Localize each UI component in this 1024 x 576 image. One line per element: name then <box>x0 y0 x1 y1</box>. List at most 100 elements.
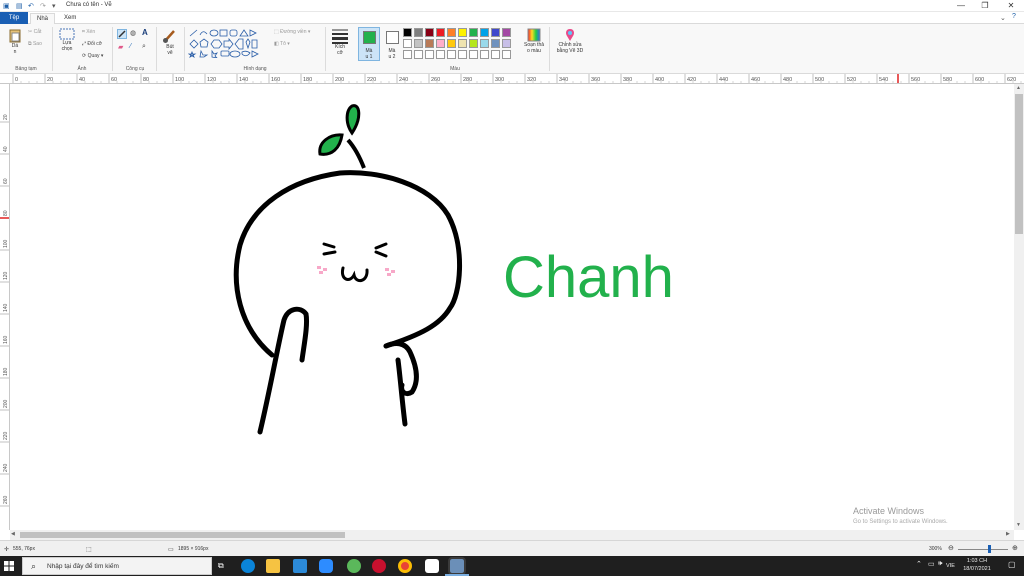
app-notification-icon[interactable] <box>425 559 439 573</box>
palette-swatch[interactable] <box>502 39 511 48</box>
palette-swatch[interactable] <box>480 28 489 37</box>
language-indicator[interactable]: VIE <box>946 563 955 569</box>
horizontal-scrollbar[interactable]: ◀ ▶ <box>10 530 1014 540</box>
palette-swatch[interactable] <box>414 39 423 48</box>
palette-swatch[interactable] <box>447 39 456 48</box>
palette-swatch[interactable] <box>403 28 412 37</box>
size-button[interactable]: Kích cỡ <box>329 28 351 56</box>
palette-swatch[interactable] <box>502 28 511 37</box>
brushes-button[interactable]: Bút vẽ <box>160 28 180 56</box>
opera-icon[interactable] <box>372 559 386 573</box>
horizontal-scroll-thumb[interactable] <box>20 532 345 538</box>
zoom-out-button[interactable]: ⊖ <box>948 544 954 552</box>
green-app-icon[interactable] <box>347 559 361 573</box>
volume-icon[interactable]: 🕪 <box>938 560 942 568</box>
palette-swatch[interactable] <box>469 39 478 48</box>
eraser-tool-icon[interactable]: ▰ <box>118 43 123 51</box>
save-icon[interactable]: ▤ <box>16 2 23 10</box>
palette-swatch[interactable] <box>403 39 412 48</box>
paint-app-icon: ▣ <box>3 3 10 10</box>
custom-color-slot[interactable] <box>436 50 445 59</box>
custom-color-slot[interactable] <box>480 50 489 59</box>
tab-view[interactable]: Xem <box>58 13 82 24</box>
custom-color-slot[interactable] <box>502 50 511 59</box>
edit-with-paint3d-button[interactable]: Chỉnh sửa bằng Vẽ 3D <box>553 28 587 54</box>
pencil-tool[interactable] <box>117 29 127 39</box>
mail-icon[interactable] <box>293 559 307 573</box>
chrome-icon[interactable] <box>398 559 412 573</box>
vertical-scrollbar[interactable]: ▲ ▼ <box>1014 84 1024 530</box>
ribbon-collapse-icon[interactable]: ⌄ <box>1000 14 1006 22</box>
fill-tool-icon[interactable]: ◍ <box>130 29 136 37</box>
redo-icon[interactable]: ↷ <box>40 2 46 10</box>
color-picker-icon[interactable]: ⁄ <box>130 43 131 50</box>
minimize-button[interactable]: — <box>950 0 972 12</box>
zoom-slider-track[interactable] <box>958 549 1008 550</box>
color1-button[interactable]: Mà u 1 <box>358 27 380 61</box>
palette-swatch[interactable] <box>480 39 489 48</box>
paint-taskbar-icon[interactable] <box>448 557 466 575</box>
notification-center-icon[interactable]: ▢ <box>1008 560 1016 569</box>
file-explorer-icon[interactable] <box>266 559 280 573</box>
vertical-scroll-thumb[interactable] <box>1015 94 1023 234</box>
cut-button[interactable]: ✂ Cắt <box>28 29 41 35</box>
palette-swatch[interactable] <box>425 39 434 48</box>
shapes-gallery[interactable] <box>188 28 270 58</box>
close-button[interactable]: ✕ <box>1000 0 1022 12</box>
custom-color-slot[interactable] <box>403 50 412 59</box>
task-view-icon[interactable]: ⧉ <box>218 561 224 571</box>
tray-expand-icon[interactable]: ⌃ <box>916 560 922 568</box>
palette-swatch[interactable] <box>458 39 467 48</box>
palette-swatch[interactable] <box>469 28 478 37</box>
clock-date[interactable]: 18/07/2021 <box>961 566 993 572</box>
custom-color-slot[interactable] <box>447 50 456 59</box>
color-wheel-icon <box>527 28 541 42</box>
cursor-position: 555, 76px <box>13 546 35 552</box>
text-tool-icon[interactable]: A <box>142 28 148 37</box>
palette-swatch[interactable] <box>491 39 500 48</box>
edit-colors-button[interactable]: Soạn thả o màu <box>521 28 547 54</box>
zoom-in-button[interactable]: ⊕ <box>1012 544 1018 552</box>
custom-color-slot[interactable] <box>491 50 500 59</box>
tab-home[interactable]: Nhà <box>30 13 56 24</box>
paste-button[interactable]: Dá n <box>6 28 24 55</box>
palette-swatch[interactable] <box>458 28 467 37</box>
shape-fill-button[interactable]: ◧ Tô ▾ <box>274 41 290 47</box>
tab-file[interactable]: Tệp <box>0 12 28 24</box>
palette-swatch[interactable] <box>436 28 445 37</box>
clock-time[interactable]: 1:03 CH <box>966 558 988 564</box>
custom-color-slot[interactable] <box>458 50 467 59</box>
ruler-h-label: 340 <box>559 77 568 83</box>
drawing-canvas[interactable]: Chanh <box>10 84 1014 530</box>
magnifier-icon[interactable]: ⌕ <box>142 43 146 51</box>
resize-button[interactable]: ⤢ Đổi cỡ <box>82 41 102 47</box>
paste-icon <box>9 29 21 43</box>
custom-color-slot[interactable] <box>414 50 423 59</box>
character-face <box>322 242 388 283</box>
help-icon[interactable]: ? <box>1012 13 1016 20</box>
undo-icon[interactable]: ↶ <box>28 2 34 10</box>
select-button[interactable]: Lựa chọn <box>56 28 78 52</box>
palette-swatch[interactable] <box>425 28 434 37</box>
zoom-slider-thumb[interactable] <box>988 545 991 553</box>
zoom-app-icon[interactable] <box>319 559 333 573</box>
palette-swatch[interactable] <box>414 28 423 37</box>
customize-toolbar-icon[interactable]: ▾ <box>52 2 56 10</box>
copy-button[interactable]: ⧉ Sao <box>28 41 42 47</box>
palette-swatch[interactable] <box>436 39 445 48</box>
color2-swatch <box>386 31 399 44</box>
edge-icon[interactable] <box>241 559 255 573</box>
taskbar-search-box[interactable]: ⌕ Nhập tại đây để tìm kiếm <box>22 557 212 575</box>
rotate-button[interactable]: ⟳ Quay ▾ <box>82 53 103 59</box>
custom-color-slot[interactable] <box>469 50 478 59</box>
windows-start-icon[interactable] <box>4 561 14 571</box>
palette-swatch[interactable] <box>447 28 456 37</box>
shape-outline-button[interactable]: ⬚ Đường viền ▾ <box>274 29 310 35</box>
crop-button[interactable]: ⌗ Xén <box>82 29 95 35</box>
custom-color-slot[interactable] <box>425 50 434 59</box>
palette-swatch[interactable] <box>491 28 500 37</box>
network-icon[interactable]: ▭ <box>928 560 935 568</box>
color2-button[interactable]: Mà u 2 <box>381 27 403 61</box>
maximize-button[interactable]: ❐ <box>974 0 996 12</box>
drawing: Chanh <box>233 104 674 435</box>
